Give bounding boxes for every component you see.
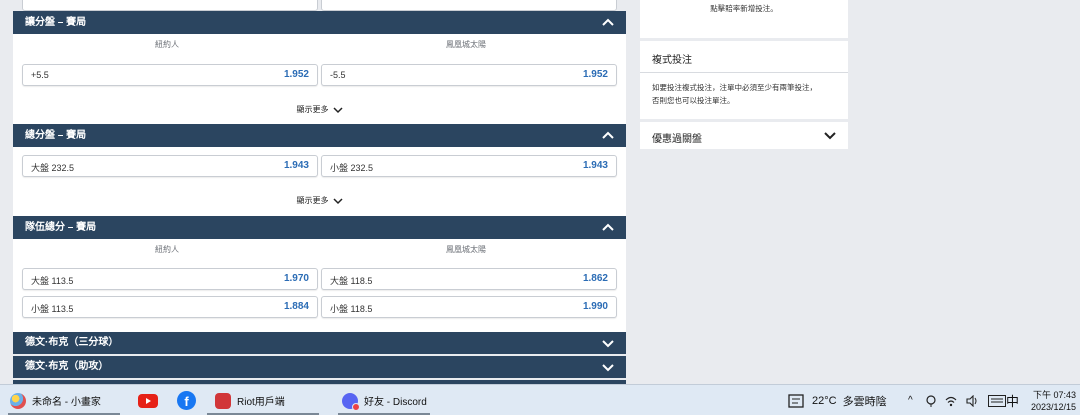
promo-parlay-title: 優惠過關盤 (652, 134, 702, 145)
market-title: 讓分盤 – 賽局 (25, 17, 87, 28)
chevron-down-icon (332, 198, 343, 204)
market-body-handicap: 紐約人 鳳凰城太陽 +5.5 1.952 -5.5 1.952 顯示更多 (13, 34, 626, 124)
bet-slip-note: 點擊賠率新增投注。 (710, 4, 778, 13)
taskbar-app-riot[interactable]: Riot用戶端 (215, 385, 285, 415)
market-header-booker-assists[interactable]: 德文·布克（助攻） (13, 356, 626, 378)
team-name: 鳳凰城太陽 (446, 40, 486, 49)
odds-label: 小盤 118.5 (330, 304, 373, 314)
taskbar-app-label: 未命名 - 小畫家 (32, 397, 101, 408)
odds-value: 1.952 (283, 69, 309, 80)
market-header-handicap[interactable]: 讓分盤 – 賽局 (13, 11, 626, 34)
odds-label: +5.5 (31, 70, 49, 80)
paint-icon (10, 392, 26, 409)
odds-button[interactable]: 大盤 118.5 1.862 (321, 268, 617, 290)
riot-icon (215, 392, 231, 409)
weather-icon (788, 393, 804, 408)
multi-bet-box: 複式投注 如要投注複式投注，注單中必須至少有兩筆投注， 否則您也可以投注單注。 (640, 41, 848, 119)
multi-bet-title: 複式投注 (652, 55, 692, 66)
market-body-totals: 大盤 232.5 1.943 小盤 232.5 1.943 顯示更多 (13, 147, 626, 216)
odds-value: 1.970 (283, 273, 309, 284)
odds-label: -5.5 (330, 70, 346, 80)
odds-label: 小盤 113.5 (31, 304, 74, 314)
wifi-icon[interactable] (945, 395, 957, 407)
odds-label: 小盤 232.5 (330, 163, 374, 173)
market-body-team-totals: 紐約人 鳳凰城太陽 大盤 113.5 1.970 大盤 118.5 1.862 … (13, 239, 626, 332)
show-more-button[interactable]: 顯示更多 (13, 195, 626, 206)
odds-button[interactable]: 小盤 118.5 1.990 (321, 296, 617, 318)
show-more-button[interactable]: 顯示更多 (13, 104, 626, 115)
odds-button-fragment[interactable] (321, 0, 617, 11)
ime-indicator[interactable]: 中 (1006, 385, 1019, 415)
chevron-down-icon[interactable] (602, 332, 614, 355)
team-name: 紐約人 (155, 40, 179, 49)
clock-date: 2023/12/15 (1030, 401, 1076, 412)
show-more-label: 顯示更多 (296, 196, 329, 205)
odds-label: 大盤 113.5 (31, 276, 74, 286)
chevron-down-icon (332, 107, 343, 113)
ime-label: 中 (1006, 394, 1020, 409)
team-name: 鳳凰城太陽 (446, 245, 486, 254)
chevron-up-icon[interactable] (602, 216, 614, 239)
market-title: 總分盤 – 賽局 (25, 130, 87, 141)
weather-desc: 多雲時陰 (842, 395, 887, 408)
market-title: 隊伍總分 – 賽局 (25, 222, 97, 233)
odds-button-fragment[interactable] (22, 0, 318, 11)
taskbar-app-paint[interactable]: 未命名 - 小畫家 (10, 385, 101, 415)
weather-widget[interactable]: 22°C 多雲時陰 (788, 385, 887, 415)
facebook-icon: f (177, 391, 196, 410)
odds-label: 大盤 232.5 (31, 163, 75, 173)
odds-value: 1.884 (283, 301, 309, 312)
multi-bet-text-2: 否則您也可以投注單注。 (652, 96, 735, 105)
odds-label: 大盤 118.5 (330, 276, 373, 286)
tray-overflow-button[interactable]: ^ (908, 385, 913, 415)
odds-value: 1.943 (582, 160, 608, 171)
promo-parlay-row[interactable]: 優惠過關盤 (640, 122, 848, 149)
chevron-up-icon: ^ (908, 395, 913, 406)
clock-time: 下午 07:43 (1032, 389, 1076, 400)
taskbar-app-youtube[interactable] (138, 385, 158, 415)
chevron-down-icon[interactable] (602, 356, 614, 379)
odds-value: 1.862 (582, 273, 608, 284)
market-header-booker-threes[interactable]: 德文·布克（三分球） (13, 332, 626, 354)
odds-button[interactable]: +5.5 1.952 (22, 64, 318, 86)
weather-temp: 22°C (812, 394, 837, 407)
odds-value: 1.990 (582, 301, 608, 312)
odds-value: 1.943 (283, 160, 309, 171)
windows-taskbar: 未命名 - 小畫家 f Riot用戶端 好友 - Discord 22°C 多雲… (0, 384, 1080, 415)
taskbar-app-facebook[interactable]: f (177, 385, 196, 415)
odds-button[interactable]: -5.5 1.952 (321, 64, 617, 86)
odds-button[interactable]: 大盤 232.5 1.943 (22, 155, 318, 177)
bet-slip-note-box: 點擊賠率新增投注。 (640, 0, 848, 38)
taskbar-app-label: 好友 - Discord (364, 397, 427, 408)
betting-markets-panel: 讓分盤 – 賽局 紐約人 鳳凰城太陽 +5.5 1.952 -5.5 1.952… (13, 0, 626, 384)
odds-button[interactable]: 小盤 232.5 1.943 (321, 155, 617, 177)
odds-button[interactable]: 大盤 113.5 1.970 (22, 268, 318, 290)
taskbar-app-label: Riot用戶端 (237, 397, 285, 408)
taskbar-app-discord[interactable]: 好友 - Discord (342, 385, 427, 415)
system-tray-icons (926, 385, 1006, 415)
multi-bet-text-1: 如要投注複式投注，注單中必須至少有兩筆投注， (652, 83, 817, 92)
volume-icon[interactable] (966, 394, 979, 407)
clock[interactable]: 下午 07:43 2023/12/15 (1024, 385, 1076, 415)
team-name: 紐約人 (155, 245, 179, 254)
chevron-up-icon[interactable] (602, 124, 614, 147)
bet-slip-panel: 點擊賠率新增投注。 複式投注 如要投注複式投注，注單中必須至少有兩筆投注， 否則… (638, 0, 850, 154)
discord-icon (342, 392, 360, 411)
market-header-team-totals[interactable]: 隊伍總分 – 賽局 (13, 216, 626, 239)
market-header-totals[interactable]: 總分盤 – 賽局 (13, 124, 626, 147)
odds-button[interactable]: 小盤 113.5 1.884 (22, 296, 318, 318)
input-indicator-icon[interactable] (926, 394, 936, 407)
show-more-label: 顯示更多 (296, 105, 329, 114)
odds-value: 1.952 (582, 69, 608, 80)
chevron-up-icon[interactable] (602, 11, 614, 34)
keyboard-icon[interactable] (988, 394, 1006, 407)
market-title: 德文·布克（助攻） (25, 361, 109, 372)
market-title: 德文·布克（三分球） (25, 337, 119, 348)
chevron-down-icon[interactable] (824, 131, 836, 140)
youtube-icon (138, 393, 158, 408)
